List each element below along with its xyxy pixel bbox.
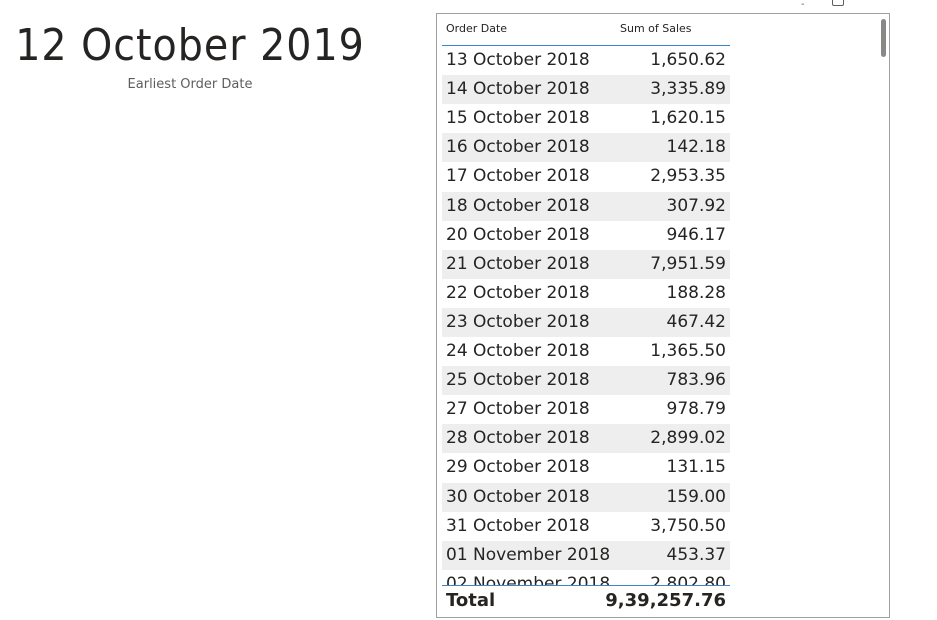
table-row[interactable]: 18 October 2018 307.92 (442, 191, 730, 221)
cell-order-date: 01 November 2018 (446, 544, 611, 565)
column-header-sum-of-sales[interactable]: Sum of Sales (620, 21, 692, 37)
table-row[interactable]: 01 November 2018 453.37 (442, 540, 730, 570)
cell-sum-of-sales: 307.92 (666, 195, 726, 216)
table-row[interactable]: 21 October 2018 7,951.59 (442, 249, 730, 279)
cell-order-date: 28 October 2018 (446, 428, 590, 449)
cell-order-date: 18 October 2018 (446, 195, 590, 216)
cell-sum-of-sales: 2,953.35 (650, 166, 726, 187)
sales-table[interactable]: Order Date Sum of Sales 13 October 2018 1… (436, 13, 890, 618)
table-row[interactable]: 23 October 2018 467.42 (442, 307, 730, 337)
cell-order-date: 22 October 2018 (446, 282, 590, 303)
cell-order-date: 02 November 2018 (446, 573, 611, 585)
table-row[interactable]: 31 October 2018 3,750.50 (442, 512, 730, 541)
column-header-order-date[interactable]: Order Date (446, 21, 507, 37)
earliest-order-date-card[interactable]: 12 October 2019 Earliest Order Date (0, 0, 380, 110)
cell-order-date: 16 October 2018 (446, 137, 590, 158)
cell-order-date: 31 October 2018 (446, 515, 590, 536)
cell-sum-of-sales: 453.37 (666, 544, 726, 565)
cell-sum-of-sales: 142.18 (666, 137, 726, 158)
cell-sum-of-sales: 131.15 (666, 457, 726, 478)
cell-sum-of-sales: 1,650.62 (650, 50, 726, 70)
card-label: Earliest Order Date (127, 77, 253, 92)
cell-sum-of-sales: 2,802.80 (650, 573, 726, 585)
cell-sum-of-sales: 467.42 (666, 311, 726, 332)
table-row[interactable]: 13 October 2018 1,650.62 (442, 46, 730, 75)
cell-sum-of-sales: 188.28 (666, 282, 726, 303)
table-row[interactable]: 27 October 2018 978.79 (442, 395, 730, 424)
table-row[interactable]: 16 October 2018 142.18 (442, 133, 730, 163)
table-row[interactable]: 14 October 2018 3,335.89 (442, 75, 730, 105)
cell-order-date: 23 October 2018 (446, 311, 590, 332)
cell-order-date: 24 October 2018 (446, 341, 590, 361)
table-header: Order Date Sum of Sales (442, 14, 730, 46)
scrollbar-thumb[interactable] (881, 19, 886, 57)
cell-order-date: 13 October 2018 (446, 50, 590, 70)
table-row[interactable]: 02 November 2018 2,802.80 (442, 570, 730, 585)
cell-sum-of-sales: 7,951.59 (650, 253, 726, 274)
cell-order-date: 15 October 2018 (446, 108, 590, 129)
cell-sum-of-sales: 3,750.50 (650, 515, 726, 536)
total-label: Total (446, 590, 496, 611)
table-row[interactable]: 30 October 2018 159.00 (442, 482, 730, 512)
cell-sum-of-sales: 946.17 (666, 224, 726, 245)
more-options-icon[interactable]: - (801, 0, 805, 10)
cell-sum-of-sales: 1,365.50 (650, 341, 726, 361)
cell-sum-of-sales: 3,335.89 (650, 79, 726, 100)
total-row: Total 9,39,257.76 (442, 585, 730, 616)
focus-mode-icon[interactable] (832, 0, 844, 6)
table-row[interactable]: 24 October 2018 1,365.50 (442, 337, 730, 366)
table-row[interactable]: 17 October 2018 2,953.35 (442, 162, 730, 191)
table-row[interactable]: 28 October 2018 2,899.02 (442, 424, 730, 454)
table-row[interactable]: 20 October 2018 946.17 (442, 221, 730, 250)
table-scrollbar[interactable] (879, 17, 887, 613)
cell-sum-of-sales: 159.00 (666, 486, 726, 507)
cell-order-date: 21 October 2018 (446, 253, 590, 274)
table-body: 13 October 2018 1,650.62 14 October 2018 3,… (442, 46, 730, 585)
card-value: 12 October 2019 (15, 20, 365, 71)
table-row[interactable]: 22 October 2018 188.28 (442, 279, 730, 308)
cell-sum-of-sales: 978.79 (666, 399, 726, 420)
cell-order-date: 30 October 2018 (446, 486, 590, 507)
cell-order-date: 25 October 2018 (446, 370, 590, 391)
cell-sum-of-sales: 1,620.15 (650, 108, 726, 129)
cell-order-date: 17 October 2018 (446, 166, 590, 187)
cell-order-date: 29 October 2018 (446, 457, 590, 478)
table-row[interactable]: 25 October 2018 783.96 (442, 366, 730, 396)
table-row[interactable]: 29 October 2018 131.15 (442, 453, 730, 482)
cell-sum-of-sales: 2,899.02 (650, 428, 726, 449)
table-row[interactable]: 15 October 2018 1,620.15 (442, 104, 730, 133)
cell-order-date: 27 October 2018 (446, 399, 590, 420)
cell-order-date: 14 October 2018 (446, 79, 590, 100)
cell-order-date: 20 October 2018 (446, 224, 590, 245)
cell-sum-of-sales: 783.96 (666, 370, 726, 391)
total-value: 9,39,257.76 (605, 590, 726, 611)
